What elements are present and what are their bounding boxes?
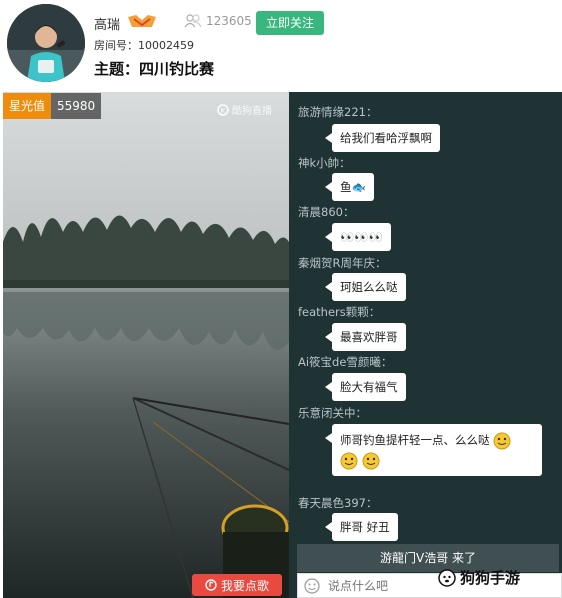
- room-number: 房间号：10002459: [94, 37, 194, 53]
- chat-message: 👀👀👀: [325, 223, 391, 251]
- topic-value: 四川钓比赛: [139, 60, 215, 78]
- smiley-emoji-icon: [493, 432, 511, 449]
- chat-username[interactable]: 神k小帥：: [298, 155, 351, 171]
- site-watermark: 狗狗手游: [438, 567, 520, 588]
- smiley-emoji-icon: [340, 452, 358, 469]
- chat-message: 胖哥 好丑: [325, 513, 398, 541]
- smiley-emoji-icon: [362, 452, 380, 469]
- star-label: 星光值: [3, 93, 52, 119]
- music-note-icon: [205, 579, 217, 591]
- chat-username[interactable]: feathers颗颗：: [298, 304, 380, 320]
- svg-text:K: K: [221, 107, 226, 115]
- chat-username[interactable]: 秦烟贺R周年庆：: [298, 255, 387, 271]
- fans-icon: [184, 14, 202, 28]
- chat-input[interactable]: [328, 578, 438, 593]
- room-number-value: 10002459: [138, 39, 194, 52]
- chat-username[interactable]: Ai筱宝de雪颜曦：: [298, 354, 392, 370]
- chat-message: 脸大有福气: [325, 373, 406, 401]
- platform-watermark: K 酷狗直播: [217, 102, 272, 117]
- star-value: 55980: [51, 93, 102, 119]
- chat-username[interactable]: 春天晨色397：: [298, 495, 377, 511]
- kugou-logo-icon: K: [217, 103, 229, 116]
- live-video[interactable]: [3, 92, 289, 598]
- chat-message-text: 师哥钓鱼提杆轻一点、么么哒: [340, 433, 490, 447]
- fans-count-value: 123605: [206, 14, 252, 28]
- star-value-badge: 星光值 55980: [3, 93, 102, 119]
- chat-panel[interactable]: 旅游情缘221： 给我们看哈浮飘啊 神k小帥： 鱼🐟 清晨860： 👀👀👀 秦烟…: [289, 92, 562, 598]
- room-header: 高瑞 123605 立即关注 房间号：10002459 主题：四川钓比赛: [0, 0, 562, 92]
- chat-message-long: 师哥钓鱼提杆轻一点、么么哒: [325, 424, 542, 476]
- anchor-avatar[interactable]: [7, 4, 85, 82]
- chat-username[interactable]: 乐意闭关中：: [298, 405, 367, 421]
- level-badge-icon: [128, 15, 156, 27]
- site-watermark-text: 狗狗手游: [460, 569, 521, 587]
- anchor-name[interactable]: 高瑞: [94, 14, 120, 33]
- chat-username[interactable]: 清晨860：: [298, 204, 354, 220]
- follow-button[interactable]: 立即关注: [256, 11, 324, 35]
- fans-count: 123605: [184, 14, 252, 28]
- chat-input-bar: [297, 573, 562, 598]
- topic-label: 主题：: [94, 60, 140, 78]
- chat-message: 给我们看哈浮飘啊: [325, 124, 440, 152]
- chat-message: 鱼🐟: [325, 173, 374, 201]
- room-label: 房间号：: [94, 39, 138, 52]
- dog-logo-icon: [438, 568, 456, 587]
- emoji-picker-icon[interactable]: [304, 577, 320, 594]
- chat-message: 珂姐么么哒: [325, 273, 406, 301]
- request-song-button[interactable]: 我要点歌: [192, 574, 282, 596]
- chat-username[interactable]: 旅游情缘221：: [298, 104, 377, 120]
- room-topic: 主题：四川钓比赛: [94, 58, 214, 79]
- chat-message: 最喜欢胖哥: [325, 323, 406, 351]
- watermark-text: 酷狗直播: [232, 106, 272, 117]
- request-song-label: 我要点歌: [220, 578, 269, 593]
